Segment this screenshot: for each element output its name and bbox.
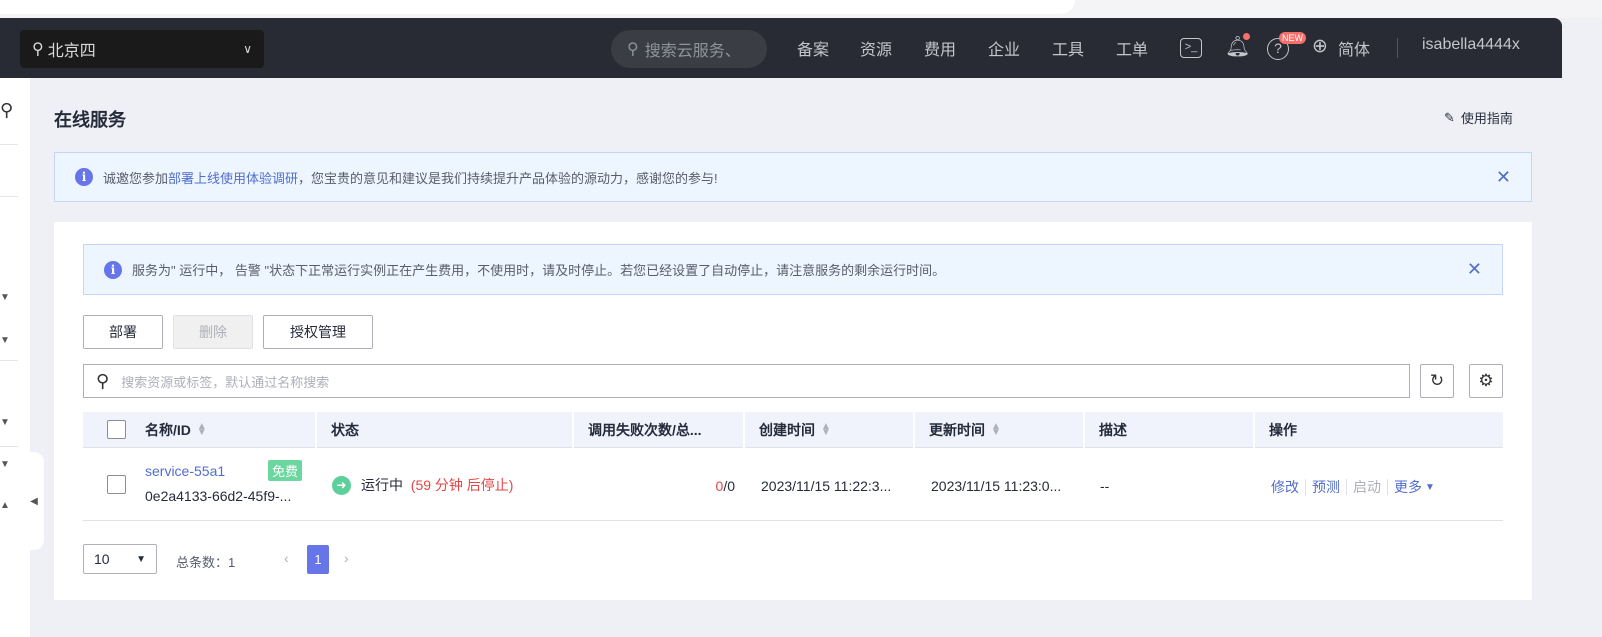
caret-down-icon: ▼ — [136, 553, 146, 565]
location-icon: ⚲ — [32, 41, 44, 58]
sort-icon[interactable]: ▲ ▼ — [991, 422, 1001, 438]
nav-tickets[interactable]: 工单 — [1116, 36, 1148, 60]
running-icon: ➜ — [332, 475, 351, 495]
terminal-icon[interactable]: >_ — [1180, 38, 1202, 58]
table-header: 名称/ID ▲ ▼ 状态 调用失败次数/总... 创建时间 ▲ ▼ 更新时间 ▲ ▼ 描述 … — [83, 412, 1503, 448]
authorization-button[interactable]: 授权管理 — [263, 315, 373, 349]
info-icon: i — [104, 260, 122, 279]
warning-banner: i 服务为" 运行中， 告警 "状态下正常运行实例正在产生费用，不使用时，请及时… — [83, 244, 1503, 295]
expand-icon[interactable]: ▼ — [0, 335, 10, 346]
info-icon: i — [75, 168, 93, 186]
col-label: 创建时间 — [759, 422, 815, 438]
sort-icon[interactable]: ▲ ▼ — [197, 422, 207, 438]
fail-count: 0/0 — [683, 478, 735, 494]
region-selector[interactable]: ⚲ 北京四 ∨ — [20, 30, 264, 68]
deploy-button[interactable]: 部署 — [83, 315, 163, 349]
globe-icon: ⊕ — [1312, 36, 1328, 57]
page-size-select[interactable]: 10 ▼ — [83, 544, 157, 574]
col-name[interactable]: 名称/ID ▲ ▼ — [131, 412, 207, 448]
free-badge: 免费 — [268, 460, 303, 481]
row-actions: 修改 预测 启动 更多 ▼ — [1271, 477, 1435, 497]
status-cell: ➜ 运行中 (59 分钟 后停止) — [332, 475, 513, 495]
survey-link[interactable]: 部署上线使用体验调研 — [168, 168, 298, 187]
left-sidebar: ⚲ ▼ ▼ ▼ ▼ ▲ — [0, 78, 30, 637]
resource-search-input[interactable]: ⚲ 搜索资源或标签，默认通过名称搜索 — [83, 364, 1410, 398]
top-header: ⚲ 北京四 ∨ ⚲ 搜索云服务、 备案 资源 费用 企业 工具 工单 >_ 🔔︎ ? … — [0, 18, 1562, 78]
col-description: 描述 — [1083, 412, 1127, 448]
banner-text: ，您宝贵的意见和建议是我们持续提升产品体验的源动力，感谢您的参与! — [298, 170, 718, 186]
expand-icon[interactable]: ▼ — [0, 417, 10, 428]
predict-link[interactable]: 预测 — [1312, 477, 1340, 497]
total-value: /0 — [723, 478, 735, 494]
settings-button[interactable]: ⚙ — [1469, 364, 1503, 398]
refresh-button[interactable]: ↻ — [1420, 364, 1454, 398]
nav-beian[interactable]: 备案 — [797, 36, 829, 60]
close-icon[interactable]: ✕ — [1467, 259, 1482, 280]
close-icon[interactable]: ✕ — [1496, 167, 1511, 188]
nav-billing[interactable]: 费用 — [924, 36, 956, 60]
sort-icon[interactable]: ▲ ▼ — [821, 422, 831, 438]
col-created[interactable]: 创建时间 ▲ ▼ — [743, 412, 831, 448]
service-list-card: i 服务为" 运行中， 告警 "状态下正常运行实例正在产生费用，不使用时，请及时… — [54, 222, 1532, 600]
search-placeholder: 搜索云服务、 — [644, 43, 741, 60]
notification-dot — [1243, 33, 1250, 40]
search-icon: ⚲ — [96, 370, 110, 391]
region-label: 北京四 — [47, 43, 96, 60]
col-actions: 操作 — [1253, 412, 1297, 448]
nav-resources[interactable]: 资源 — [860, 36, 892, 60]
col-label: 操作 — [1269, 422, 1297, 438]
updated-time: 2023/11/15 11:23:0... — [931, 478, 1062, 494]
language-switch[interactable]: 简体 — [1338, 36, 1370, 60]
col-label: 描述 — [1099, 422, 1127, 438]
col-updated[interactable]: 更新时间 ▲ ▼ — [913, 412, 1001, 448]
chevron-down-icon: ∨ — [243, 42, 252, 56]
search-icon: ⚲ — [627, 41, 639, 58]
table-row: service-55a1 免费 0e2a4133-66d2-45f9-... ➜… — [83, 448, 1503, 521]
next-page-button[interactable]: › — [344, 550, 349, 566]
col-label: 状态 — [331, 422, 359, 438]
collapse-icon[interactable]: ▲ — [0, 500, 10, 511]
guide-label: 使用指南 — [1460, 111, 1513, 126]
divider — [1397, 38, 1398, 58]
start-link[interactable]: 启动 — [1353, 477, 1381, 497]
col-label: 更新时间 — [929, 422, 985, 438]
col-fail-count: 调用失败次数/总... — [572, 412, 702, 448]
select-all-checkbox[interactable] — [107, 420, 126, 439]
service-id: 0e2a4133-66d2-45f9-... — [145, 488, 292, 504]
delete-button[interactable]: 删除 — [173, 315, 253, 349]
total-count: 总条数：1 — [176, 555, 236, 570]
search-placeholder: 搜索资源或标签，默认通过名称搜索 — [121, 374, 330, 390]
guide-icon: ✎ — [1444, 109, 1455, 125]
usage-guide-link[interactable]: ✎ 使用指南 — [1444, 108, 1513, 127]
page-1-button[interactable]: 1 — [307, 545, 329, 574]
col-label: 名称/ID — [145, 422, 191, 438]
created-time: 2023/11/15 11:22:3... — [761, 478, 892, 494]
row-checkbox[interactable] — [107, 475, 126, 494]
banner-text: 诚邀您参加 — [103, 170, 169, 186]
edit-link[interactable]: 修改 — [1271, 477, 1299, 497]
browser-chrome — [0, 0, 1602, 18]
expand-icon[interactable]: ▼ — [0, 292, 10, 303]
prev-page-button[interactable]: ‹ — [284, 550, 289, 566]
sidebar-collapse-button[interactable]: ◀ — [24, 452, 44, 550]
col-label: 调用失败次数/总... — [588, 422, 702, 438]
new-badge: NEW — [1279, 32, 1306, 44]
search-icon[interactable]: ⚲ — [0, 100, 13, 121]
survey-banner: i 诚邀您参加 部署上线使用体验调研 ，您宝贵的意见和建议是我们持续提升产品体验的源… — [54, 152, 1532, 202]
description: -- — [1100, 478, 1110, 494]
global-search[interactable]: ⚲ 搜索云服务、 — [611, 30, 767, 68]
page-size-value: 10 — [94, 551, 110, 567]
page-title: 在线服务 — [54, 110, 126, 130]
more-dropdown[interactable]: 更多 — [1394, 477, 1422, 497]
auto-stop-note: (59 分钟 后停止) — [410, 477, 514, 493]
service-name-link[interactable]: service-55a1 — [145, 463, 225, 479]
expand-icon[interactable]: ▼ — [0, 459, 10, 470]
col-status: 状态 — [315, 412, 359, 448]
user-menu[interactable]: isabella4444x — [1422, 36, 1520, 54]
status-text: 运行中 — [361, 477, 403, 493]
nav-tools[interactable]: 工具 — [1052, 36, 1084, 60]
banner-text: 服务为" 运行中， 告警 "状态下正常运行实例正在产生费用，不使用时，请及时停止… — [132, 263, 946, 278]
nav-enterprise[interactable]: 企业 — [988, 36, 1020, 60]
caret-down-icon: ▼ — [1425, 481, 1435, 493]
